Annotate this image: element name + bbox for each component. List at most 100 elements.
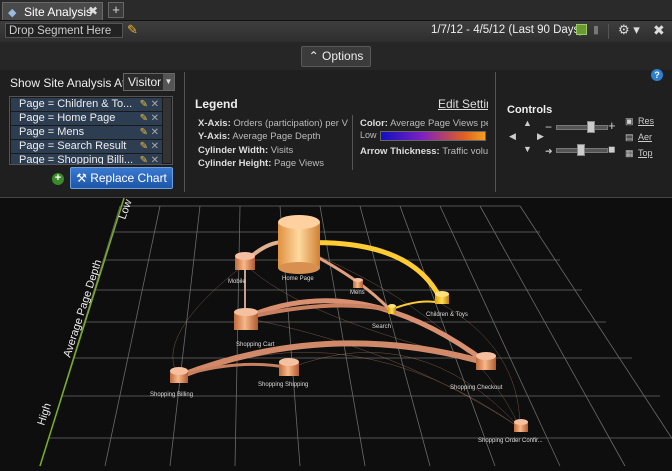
remove-icon[interactable]: ✕: [151, 140, 159, 153]
svg-text:Shopping Shipping: Shopping Shipping: [258, 382, 308, 388]
top-view-link[interactable]: Top: [638, 148, 653, 158]
tab-site-analysis[interactable]: ◆ Site Analysis ✖: [2, 2, 103, 20]
replace-chart-button[interactable]: ⚒ Replace Chart: [70, 167, 173, 189]
zoom-slider[interactable]: [556, 121, 608, 133]
pencil-icon[interactable]: ✎: [140, 98, 148, 111]
page-label: Page = Mens: [19, 126, 85, 138]
aerial-view-link[interactable]: Aer: [638, 132, 652, 142]
toolbar: Drop Segment Here ✎ 1/7/12 - 4/5/12 (Las…: [0, 21, 672, 43]
legend-title: Legend: [195, 97, 238, 111]
color-gradient: [380, 131, 486, 141]
rotate-right-icon[interactable]: ◼: [608, 144, 615, 155]
zoom-out-icon[interactable]: −: [545, 120, 552, 134]
list-item[interactable]: Page = Home Page ✎ ✕: [11, 112, 162, 125]
viz-canvas[interactable]: Low Average Page Depth High Home Page Mo…: [0, 198, 672, 471]
replace-chart-label: Replace Chart: [90, 171, 167, 185]
top-view-icon[interactable]: ▦: [625, 148, 634, 159]
pencil-icon[interactable]: ✎: [140, 112, 148, 125]
remove-icon[interactable]: ✕: [151, 154, 159, 164]
y-axis: Low Average Page Depth High: [35, 198, 135, 467]
svg-text:Shopping Billing: Shopping Billing: [150, 392, 193, 398]
options-panel: Show Site Analysis At: Visitor ▼ ? Page …: [0, 69, 672, 198]
hammer-icon: ⚒: [76, 171, 91, 185]
legend-divider: [352, 115, 353, 170]
page-label: Page = Shopping Billi...: [19, 154, 134, 165]
pencil-icon[interactable]: ✎: [140, 126, 148, 139]
svg-text:Shopping Order Confir...: Shopping Order Confir...: [478, 438, 543, 444]
close-tab-icon[interactable]: ✖: [88, 4, 98, 18]
add-tab-button[interactable]: +: [108, 2, 124, 18]
pan-up-icon[interactable]: ▲: [523, 118, 532, 128]
node-shopping-order-confirmation[interactable]: Shopping Order Confir...: [478, 419, 543, 444]
options-button[interactable]: ⌃ Options: [301, 46, 371, 67]
show-at-select[interactable]: Visitor ▼: [123, 73, 175, 91]
pan-left-icon[interactable]: ◀: [509, 131, 516, 142]
pan-right-icon[interactable]: ▶: [537, 131, 544, 142]
reset-view-icon[interactable]: ▣: [625, 116, 634, 127]
trash-icon[interactable]: ▮: [593, 23, 599, 36]
page-list-scrollbar[interactable]: [163, 98, 171, 163]
svg-text:Shopping Cart: Shopping Cart: [236, 342, 275, 348]
zoom-slider-thumb[interactable]: [587, 121, 595, 133]
svg-text:Shopping Checkout: Shopping Checkout: [450, 385, 503, 391]
list-item[interactable]: Page = Search Result ✎ ✕: [11, 140, 162, 153]
remove-icon[interactable]: ✕: [151, 112, 159, 125]
legend-color: Color: Average Page Views per: [360, 118, 488, 129]
help-icon[interactable]: ?: [651, 69, 663, 81]
date-range[interactable]: 1/7/12 - 4/5/12 (Last 90 Days): [431, 24, 583, 36]
legend-cyl-height: Cylinder Height: Page Views: [198, 158, 325, 169]
toolbar-divider: [608, 24, 609, 39]
segment-icon[interactable]: ✎: [127, 22, 138, 38]
site-analysis-icon: ◆: [8, 7, 17, 19]
node-mobile[interactable]: Mobile: [228, 252, 255, 285]
list-item[interactable]: Page = Shopping Billi... ✎ ✕: [11, 154, 162, 165]
node-shopping-shipping[interactable]: Shopping Shipping: [258, 358, 308, 388]
rotate-icon[interactable]: ➜: [545, 146, 553, 157]
remove-icon[interactable]: ✕: [151, 126, 159, 139]
rotate-slider-thumb[interactable]: [577, 144, 585, 156]
add-page-icon[interactable]: +: [52, 173, 64, 185]
aerial-view-icon[interactable]: ▤: [625, 132, 634, 143]
node-shopping-billing[interactable]: Shopping Billing: [150, 367, 193, 398]
controls-title: Controls: [507, 104, 553, 116]
tab-bar: ◆ Site Analysis ✖ +: [0, 0, 672, 21]
legend-y-axis: Y-Axis: Average Page Depth: [198, 131, 321, 142]
wrench-icon[interactable]: ⚙ ▾: [618, 22, 640, 38]
close-icon[interactable]: ✖: [653, 22, 665, 39]
pencil-icon[interactable]: ✎: [140, 140, 148, 153]
options-bar: ⌃ Options: [0, 42, 672, 70]
axis-low-label: Low: [117, 198, 135, 221]
rotate-slider[interactable]: [556, 144, 608, 156]
tab-label: Site Analysis: [24, 5, 93, 19]
legend-low-label: Low: [360, 130, 377, 140]
list-item[interactable]: Page = Mens ✎ ✕: [11, 126, 162, 139]
chevron-down-icon[interactable]: ▼: [163, 74, 174, 90]
node-cylinders[interactable]: Home Page Mobile Mens Children & Toys Se: [150, 215, 543, 444]
reset-view-link[interactable]: Res: [638, 116, 654, 126]
svg-text:Search: Search: [372, 324, 391, 330]
site-analysis-3d-view[interactable]: Low Average Page Depth High Home Page Mo…: [0, 198, 672, 471]
show-at-value: Visitor: [128, 75, 162, 89]
remove-icon[interactable]: ✕: [151, 98, 159, 111]
panel-divider-2: [495, 72, 496, 192]
flow-arrows: [177, 240, 490, 379]
pencil-icon[interactable]: ✎: [140, 154, 148, 164]
svg-text:Children & Toys: Children & Toys: [426, 312, 468, 318]
node-mens[interactable]: Mens: [350, 278, 365, 296]
svg-text:Home Page: Home Page: [282, 276, 314, 282]
calendar-icon[interactable]: [576, 24, 587, 35]
segment-drop-zone[interactable]: Drop Segment Here: [5, 23, 123, 38]
list-item[interactable]: Page = Children & To... ✎ ✕: [11, 98, 162, 111]
page-list: Page = Children & To... ✎ ✕ Page = Home Pa…: [9, 96, 173, 165]
svg-text:Mobile: Mobile: [228, 279, 246, 285]
pan-down-icon[interactable]: ▼: [523, 144, 532, 154]
edit-settings-link[interactable]: Edit Settings: [438, 97, 488, 111]
legend-arrow-thickness: Arrow Thickness: Traffic volu: [360, 146, 488, 157]
node-home-page[interactable]: Home Page: [278, 215, 320, 282]
page-label: Page = Home Page: [19, 112, 116, 124]
axis-high-label: High: [35, 402, 53, 427]
legend-cyl-width: Cylinder Width: Visits: [198, 145, 294, 156]
zoom-in-icon[interactable]: +: [608, 118, 616, 133]
page-label: Page = Search Result: [19, 140, 127, 152]
page-label: Page = Children & To...: [19, 98, 133, 110]
